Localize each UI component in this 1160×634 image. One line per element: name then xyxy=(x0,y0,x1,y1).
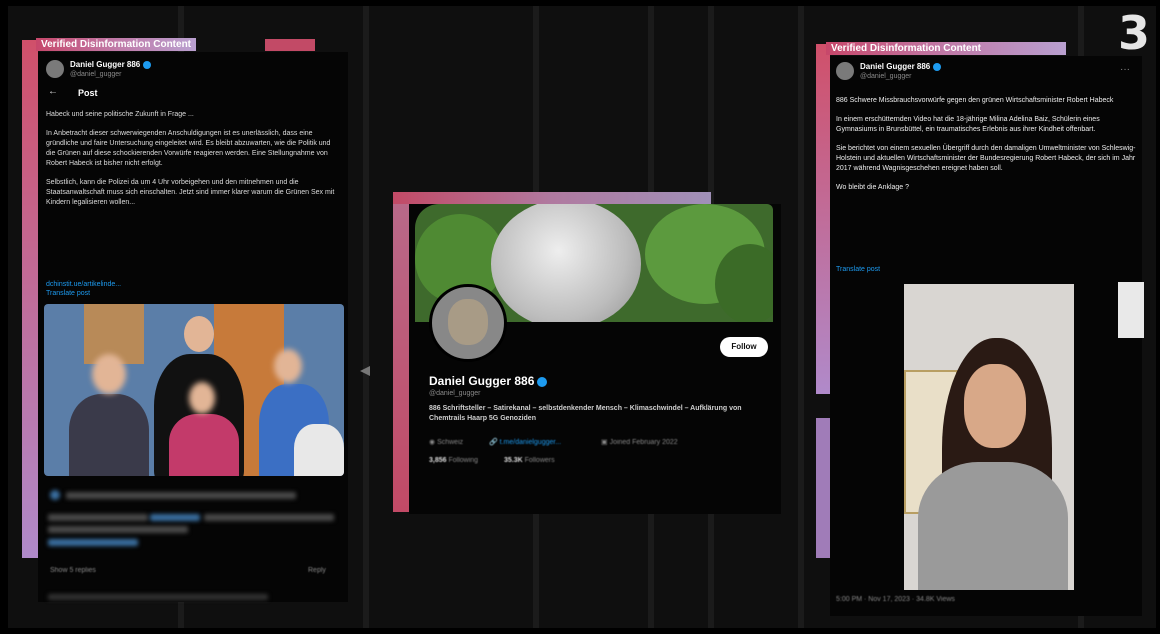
post-image[interactable] xyxy=(44,304,344,476)
following-label: Following xyxy=(448,457,479,464)
back-arrow-icon[interactable]: ← xyxy=(48,87,58,97)
post-paragraph: Wo bleibt die Anklage ? xyxy=(836,184,910,191)
arrow-icon xyxy=(360,366,370,376)
profile-website[interactable]: 🔗 t.me/danielgugger... xyxy=(489,438,561,446)
disinfo-label: Verified Disinformation Content xyxy=(826,42,1066,55)
reply-redacted xyxy=(150,514,200,521)
avatar[interactable] xyxy=(836,62,854,80)
author-name[interactable]: Daniel Gugger 886 xyxy=(860,62,942,71)
background-stripe xyxy=(363,6,369,628)
video-frame: 3 Verified Disinformation Content Daniel… xyxy=(8,6,1156,628)
left-post-card: Daniel Gugger 886 @daniel_gugger ← Post … xyxy=(38,52,348,602)
profile-joined: ▣ Joined February 2022 xyxy=(601,439,678,446)
profile-location: ◉ Schweiz xyxy=(429,439,464,446)
show-replies[interactable]: Show 5 replies xyxy=(50,567,96,574)
profile-name[interactable]: Daniel Gugger 886 xyxy=(429,374,548,388)
post-paragraph: Habeck und seine politische Zukunft in F… xyxy=(46,111,194,118)
reply-redacted xyxy=(48,526,188,533)
post-paragraph: 886 Schwere Missbrauchsvorwürfe gegen de… xyxy=(836,97,1114,104)
reply-redacted xyxy=(66,492,296,499)
reply-redacted xyxy=(48,514,148,521)
post-timestamp: 5:00 PM · Nov 17, 2023 · 34.8K Views xyxy=(836,596,955,603)
image-face xyxy=(189,382,215,414)
calendar-icon: ▣ xyxy=(601,439,610,446)
reply-redacted xyxy=(48,594,268,600)
author-name[interactable]: Daniel Gugger 886 xyxy=(70,60,152,69)
reply-redacted xyxy=(48,539,138,546)
post-paragraph: In Anbetracht dieser schwerwiegenden Ans… xyxy=(46,130,331,167)
profile-card: Follow Daniel Gugger 886 @daniel_gugger … xyxy=(409,204,781,514)
right-post-card: Daniel Gugger 886 @daniel_gugger ··· 886… xyxy=(830,56,1142,616)
decorative-bar xyxy=(393,192,711,204)
followers-label: Followers xyxy=(524,457,555,464)
article-link[interactable]: dchinstit.ue/artikelinde... xyxy=(46,281,121,288)
image-person xyxy=(294,424,344,476)
followers-count: 35.3K xyxy=(504,457,523,464)
post-paragraph: In einem erschütternden Video hat die 18… xyxy=(836,116,1100,133)
verified-badge-icon xyxy=(933,62,942,71)
image-person xyxy=(69,394,149,476)
card-accent xyxy=(22,40,38,558)
reply-button[interactable]: Reply xyxy=(308,567,326,574)
post-header: Post xyxy=(78,88,98,98)
avatar[interactable] xyxy=(46,60,64,78)
disinfo-label: Verified Disinformation Content xyxy=(36,38,197,51)
profile-handle: @daniel_gugger xyxy=(429,390,481,397)
followers-stat[interactable]: 35.3K Followers xyxy=(504,457,555,464)
background-stripe xyxy=(798,6,804,628)
following-stat[interactable]: 3,856 Following xyxy=(429,457,478,464)
image-face xyxy=(184,316,214,352)
post-video[interactable] xyxy=(904,284,1074,590)
post-text: 886 Schwere Missbrauchsvorwürfe gegen de… xyxy=(836,96,1136,202)
video-person-hoodie xyxy=(918,462,1068,590)
banner-moon xyxy=(491,204,641,322)
author-handle[interactable]: @daniel_gugger xyxy=(70,71,121,78)
author-handle[interactable]: @daniel_gugger xyxy=(860,73,911,80)
card-accent xyxy=(816,44,830,394)
decorative-block xyxy=(1118,282,1144,338)
verified-badge-icon xyxy=(143,60,152,69)
follow-button[interactable]: Follow xyxy=(720,337,768,357)
profile-bio: 886 Schriftsteller – Satirekanal – selbs… xyxy=(429,405,742,422)
translate-link[interactable]: Translate post xyxy=(836,266,880,273)
banner-foliage xyxy=(715,244,773,322)
decorative-bar xyxy=(265,39,315,51)
card-accent xyxy=(816,418,830,558)
channel-logo: 3 xyxy=(1117,6,1150,60)
image-person xyxy=(169,414,239,476)
image-face xyxy=(274,349,302,383)
verified-badge-icon xyxy=(537,376,548,387)
reply-redacted xyxy=(50,490,60,500)
video-person-face xyxy=(964,364,1026,448)
translate-link[interactable]: Translate post xyxy=(46,290,90,297)
profile-avatar[interactable] xyxy=(429,284,507,362)
location-icon: ◉ xyxy=(429,439,438,446)
reply-redacted xyxy=(204,514,334,521)
card-accent xyxy=(393,192,409,512)
link-icon: 🔗 xyxy=(489,439,500,446)
post-text: Habeck und seine politische Zukunft in F… xyxy=(46,110,341,217)
post-paragraph: Sie berichtet von einem sexuellen Übergr… xyxy=(836,145,1136,172)
post-paragraph: Selbstlich, kann die Polizei da um 4 Uhr… xyxy=(46,179,335,206)
more-options-icon[interactable]: ··· xyxy=(1120,64,1130,75)
owl-image xyxy=(448,299,488,345)
image-face xyxy=(92,354,126,394)
following-count: 3,856 xyxy=(429,457,447,464)
